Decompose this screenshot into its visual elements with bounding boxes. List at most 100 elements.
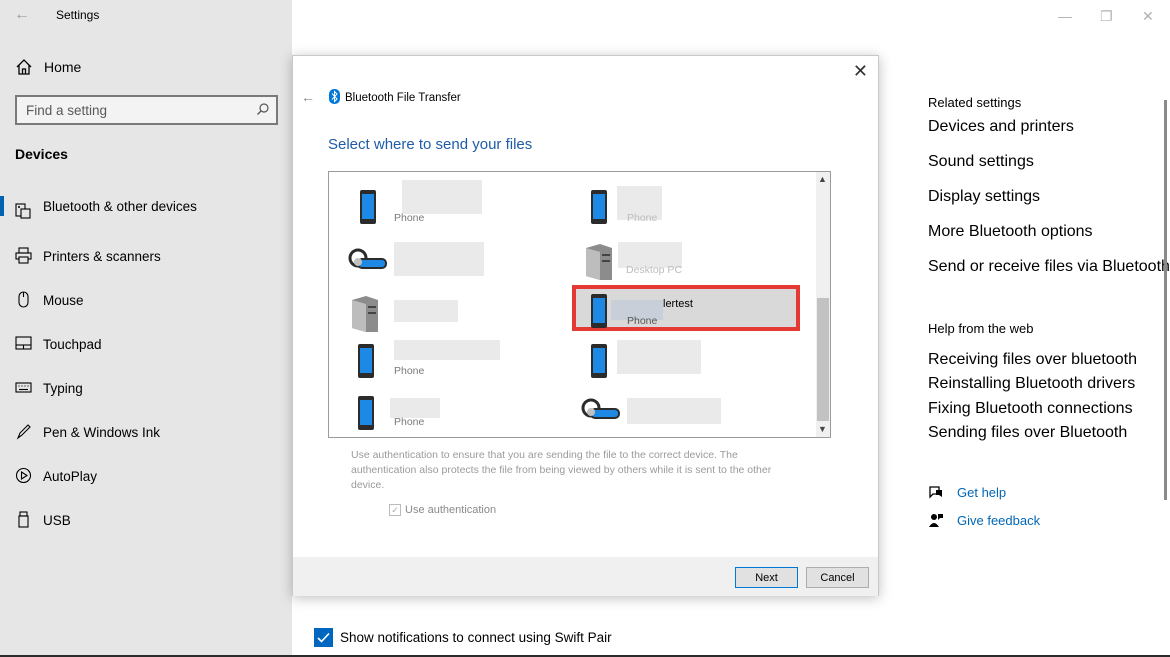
scrollbar-thumb[interactable] (817, 298, 829, 421)
swift-pair-checkbox[interactable]: Show notifications to connect using Swif… (314, 628, 612, 647)
device-item[interactable]: Phone (354, 392, 574, 437)
device-name: lertest (663, 298, 693, 310)
help-chat-icon (929, 486, 942, 499)
device-item[interactable] (348, 290, 568, 338)
bluetooth-devices-icon (15, 203, 31, 219)
use-authentication-label: Use authentication (405, 504, 497, 516)
device-item[interactable] (579, 392, 799, 437)
link-sound-settings[interactable]: Sound settings (928, 153, 1034, 171)
link-display-settings[interactable]: Display settings (928, 188, 1040, 206)
sidebar-item-label: USB (43, 512, 71, 528)
device-item[interactable] (587, 340, 807, 388)
device-type: Phone (627, 212, 658, 224)
checkbox-checked-icon (314, 628, 333, 647)
bluetooth-icon (329, 89, 340, 104)
search-icon (257, 103, 269, 115)
device-type: Phone (394, 365, 425, 377)
sidebar-item-printers[interactable]: Printers & scanners (0, 234, 292, 278)
swift-pair-label: Show notifications to connect using Swif… (340, 630, 612, 645)
keyboard-icon (15, 382, 32, 393)
sidebar-nav: Bluetooth & other devices Printers & sca… (0, 190, 292, 542)
sidebar-item-label: Pen & Windows Ink (43, 424, 161, 440)
cancel-button[interactable]: Cancel (806, 567, 869, 588)
give-feedback-link[interactable]: Give feedback (928, 513, 1040, 528)
scroll-up-icon[interactable]: ▲ (818, 174, 827, 184)
link-fixing-connections[interactable]: Fixing Bluetooth connections (928, 400, 1133, 418)
search-input[interactable]: Find a setting (15, 95, 278, 125)
sidebar-item-label: Mouse (43, 292, 84, 308)
related-settings-heading: Related settings (928, 95, 1022, 110)
redacted-name (402, 180, 482, 214)
home-link[interactable]: Home (15, 58, 81, 76)
feedback-icon (929, 514, 943, 527)
sidebar-item-label: Printers & scanners (43, 248, 161, 264)
computer-icon (352, 296, 378, 332)
pen-icon (16, 424, 31, 440)
touchpad-icon (15, 336, 32, 350)
device-item[interactable]: Phone (587, 186, 807, 234)
sidebar-item-mouse[interactable]: Mouse (0, 278, 292, 322)
close-window-icon[interactable]: ✕ (1142, 8, 1154, 25)
device-item[interactable] (346, 242, 566, 290)
dialog-close-icon[interactable]: ✕ (853, 61, 868, 82)
sidebar-item-typing[interactable]: Typing (0, 366, 292, 410)
app-title: Settings (56, 8, 100, 22)
link-devices-printers[interactable]: Devices and printers (928, 118, 1074, 136)
active-indicator (0, 196, 4, 216)
search-placeholder: Find a setting (26, 102, 108, 118)
redacted-name (394, 300, 458, 322)
redacted-name (394, 242, 484, 276)
device-type: Phone (394, 416, 425, 428)
device-item[interactable]: Phone (354, 340, 574, 388)
device-type: Phone (394, 212, 425, 224)
section-heading: Devices (15, 146, 68, 162)
device-item[interactable]: Phone (354, 180, 574, 234)
link-more-bluetooth[interactable]: More Bluetooth options (928, 223, 1093, 241)
sidebar-item-bluetooth[interactable]: Bluetooth & other devices (0, 190, 292, 222)
device-type: Phone (627, 315, 658, 327)
minimize-icon[interactable]: — (1058, 8, 1072, 24)
redacted-name (617, 340, 701, 374)
dialog-heading: Select where to send your files (328, 136, 533, 153)
sidebar-item-label: Typing (43, 380, 83, 396)
help-web-heading: Help from the web (928, 321, 1034, 336)
back-arrow-icon[interactable]: ← (14, 6, 30, 24)
dialog-footer: Next Cancel (293, 557, 878, 596)
headset-icon (348, 248, 387, 269)
link-send-receive-files[interactable]: Send or receive files via Bluetooth (928, 258, 1170, 276)
sidebar-item-autoplay[interactable]: AutoPlay (0, 454, 292, 498)
sidebar-item-usb[interactable]: USB (0, 498, 292, 542)
restore-icon[interactable]: ❐ (1100, 8, 1113, 25)
link-reinstalling-drivers[interactable]: Reinstalling Bluetooth drivers (928, 375, 1135, 393)
usb-icon (18, 511, 29, 528)
sidebar-item-touchpad[interactable]: Touchpad (0, 322, 292, 366)
headset-icon (581, 398, 620, 419)
device-list[interactable]: Phone Phone Desktop PC lertest Phone Pho… (328, 171, 831, 438)
bluetooth-file-transfer-dialog: ✕ ← Bluetooth File Transfer Select where… (292, 55, 879, 596)
checkbox-disabled-icon: ✓ (389, 504, 401, 516)
sidebar-item-label: Bluetooth & other devices (43, 198, 197, 214)
device-item[interactable]: Desktop PC (582, 238, 802, 286)
printer-icon (15, 247, 32, 264)
dialog-title: Bluetooth File Transfer (345, 92, 461, 104)
device-list-scrollbar[interactable]: ▲ ▼ (816, 172, 830, 437)
device-item-selected[interactable]: lertest Phone (587, 290, 807, 338)
next-button[interactable]: Next (735, 567, 798, 588)
sidebar: ← Settings Home Find a setting Devices B… (0, 0, 292, 657)
phone-icon (358, 344, 374, 378)
sidebar-item-pen[interactable]: Pen & Windows Ink (0, 410, 292, 454)
scroll-down-icon[interactable]: ▼ (818, 424, 827, 434)
sidebar-item-label: Touchpad (43, 336, 102, 352)
dialog-back-icon[interactable]: ← (301, 89, 315, 105)
link-receiving-files[interactable]: Receiving files over bluetooth (928, 351, 1137, 369)
device-type: Desktop PC (626, 264, 683, 276)
get-help-link[interactable]: Get help (928, 485, 1006, 500)
page-scrollbar[interactable] (1164, 100, 1167, 500)
phone-icon (360, 190, 376, 224)
use-authentication-checkbox[interactable]: ✓ Use authentication (389, 504, 496, 516)
authentication-help-text: Use authentication to ensure that you ar… (351, 449, 772, 491)
home-label: Home (44, 59, 82, 75)
home-icon (16, 59, 32, 75)
redacted-name (390, 398, 440, 418)
link-sending-files[interactable]: Sending files over Bluetooth (928, 424, 1127, 442)
